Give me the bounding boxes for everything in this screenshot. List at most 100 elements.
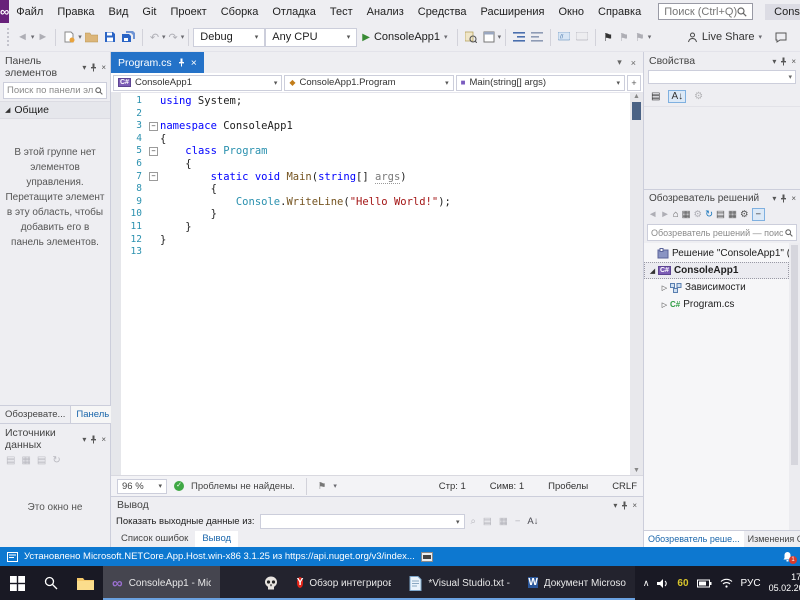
tab-solution-explorer[interactable]: Обозреватель реше... [644, 531, 744, 547]
output-source-dropdown[interactable]: ▾ [259, 514, 465, 529]
code-line-7[interactable]: 7− static void Main(string[] args) [121, 170, 630, 184]
toolbar-grip[interactable] [7, 28, 11, 46]
comment-icon[interactable]: // [555, 31, 573, 43]
word-wrap-icon[interactable]: A↓ [526, 516, 539, 527]
collapsed-arrow-icon[interactable]: ▷ [659, 284, 670, 292]
chevron-down-icon[interactable]: ▾ [82, 63, 86, 72]
tab-error-list[interactable]: Список ошибок [114, 531, 195, 547]
code-line-11[interactable]: 11 } [121, 221, 630, 234]
messages-filter-chevron-icon[interactable]: ▾ [333, 482, 337, 490]
menu-item-0[interactable]: Файл [9, 6, 50, 18]
save-output-icon[interactable]: ▤ [482, 516, 493, 527]
pin-icon[interactable] [90, 435, 97, 444]
tab-git-changes[interactable]: Изменения Git — п... [744, 531, 800, 547]
alphabetical-icon[interactable]: A↓ [668, 90, 687, 103]
next-bookmark-icon[interactable]: ⚑ [632, 30, 648, 45]
health-check-icon[interactable]: ✓ [174, 481, 184, 491]
configure-data-source-icon[interactable]: ▤ [37, 455, 46, 466]
notepad-task[interactable]: *Visual Studio.txt - ... [400, 566, 520, 600]
menu-item-2[interactable]: Вид [102, 6, 136, 18]
property-pages-icon[interactable]: ⚙ [692, 91, 705, 102]
scroll-down-icon[interactable]: ▼ [633, 467, 640, 474]
yandex-browser-task[interactable]: Y Обзор интегриров... [287, 566, 401, 600]
close-icon[interactable]: × [632, 501, 637, 510]
close-icon[interactable]: × [791, 57, 796, 66]
menu-item-10[interactable]: Расширения [473, 6, 551, 18]
collapse-all-icon[interactable]: ▤ [716, 209, 725, 220]
previous-bookmark-icon[interactable]: ⚑ [616, 30, 632, 45]
chevron-down-icon[interactable]: ▾ [772, 57, 776, 66]
menu-item-4[interactable]: Проект [163, 6, 213, 18]
battery-icon[interactable] [696, 579, 712, 588]
spaces-indicator[interactable]: Пробелы [548, 481, 588, 492]
code-line-6[interactable]: 6 { [121, 158, 630, 171]
tab-output[interactable]: Вывод [195, 531, 239, 547]
menu-item-7[interactable]: Тест [323, 6, 360, 18]
visual-studio-task[interactable]: ∞ ConsoleApp1 - Mic... [103, 566, 220, 600]
solution-search-box[interactable]: Обозреватель решений — поиск (Ctrl+» [647, 224, 797, 241]
pin-icon[interactable] [780, 57, 787, 66]
undo-icon[interactable]: ↶ [147, 30, 162, 45]
open-file-icon[interactable] [82, 31, 101, 44]
properties-object-dropdown[interactable]: ▾ [648, 70, 796, 84]
menu-item-9[interactable]: Средства [411, 6, 474, 18]
code-line-10[interactable]: 10 } [121, 208, 630, 221]
background-tasks-icon[interactable] [420, 551, 433, 562]
save-all-icon[interactable] [119, 30, 138, 44]
home-icon[interactable]: ⌂ [673, 209, 679, 220]
configuration-dropdown[interactable]: Debug ▾ [193, 27, 266, 47]
file-explorer-button[interactable] [68, 566, 103, 600]
fold-marker-icon[interactable]: − [147, 172, 160, 182]
pin-icon[interactable] [178, 58, 185, 67]
menu-item-6[interactable]: Отладка [265, 6, 322, 18]
menu-item-1[interactable]: Правка [50, 6, 101, 18]
language-indicator[interactable]: РУС [741, 578, 761, 589]
redo-chevron-icon[interactable]: ▾ [181, 33, 185, 41]
messages-filter-icon[interactable]: ⚑ [318, 481, 327, 492]
scroll-up-icon[interactable]: ▲ [633, 93, 640, 100]
code-line-1[interactable]: 1 using System; [121, 95, 630, 108]
indent-increase-icon[interactable] [528, 31, 546, 43]
quick-search-box[interactable]: Поиск (Ctrl+Q) [658, 3, 754, 20]
tab-server-explorer[interactable]: Обозревате... [0, 406, 70, 423]
save-all-output-icon[interactable]: ▦ [498, 516, 509, 527]
close-document-icon[interactable]: × [631, 58, 636, 68]
code-line-3[interactable]: 3− namespace ConsoleApp1 [121, 120, 630, 133]
new-project-icon[interactable] [60, 30, 78, 44]
split-window-button[interactable]: + [626, 74, 641, 91]
chevron-down-icon[interactable]: ▾ [613, 501, 617, 510]
scrollbar-thumb[interactable] [632, 102, 641, 120]
properties-shortcut-icon[interactable]: ⚙ [740, 209, 749, 220]
project-dropdown[interactable]: C# ConsoleApp1 ▾ [113, 74, 283, 91]
zoom-dropdown[interactable]: 96 % ▾ [117, 478, 167, 494]
wifi-icon[interactable] [720, 578, 733, 588]
refresh-data-source-icon[interactable]: ↻ [52, 455, 60, 466]
save-icon[interactable] [101, 30, 119, 44]
bookmark-icon[interactable]: ⚑ [600, 30, 616, 45]
clear-all-icon[interactable]: − [514, 516, 522, 527]
tools-app-task[interactable] [219, 566, 254, 600]
find-in-code-icon[interactable] [462, 30, 480, 44]
add-data-source-icon[interactable]: ▤ [6, 455, 15, 466]
start-button[interactable] [0, 566, 34, 600]
switch-views-icon[interactable]: ▦ [682, 209, 691, 220]
refresh-icon[interactable]: ↻ [705, 209, 713, 220]
eol-indicator[interactable]: CRLF [612, 481, 637, 492]
code-lines[interactable]: 1 using System; 2 3− namespace ConsoleApp1 4{… [121, 93, 630, 475]
chevron-down-icon[interactable]: ▾ [772, 194, 776, 203]
uncomment-icon[interactable] [573, 31, 591, 43]
code-editor[interactable]: 1 using System; 2 3− namespace ConsoleApp1 4{… [111, 93, 643, 475]
pending-changes-filter-icon[interactable]: ⚙ [694, 209, 703, 220]
type-dropdown[interactable]: ◆ ConsoleApp1.Program ▾ [284, 74, 454, 91]
code-line-4[interactable]: 4{ [121, 133, 630, 146]
code-window-icon[interactable] [480, 30, 498, 44]
editor-vertical-scrollbar[interactable]: ▲ ▼ [630, 93, 643, 475]
bookmark-chevron-icon[interactable]: ▾ [648, 33, 652, 41]
close-icon[interactable]: × [101, 435, 106, 444]
close-tab-icon[interactable]: × [191, 57, 197, 69]
pin-icon[interactable] [90, 63, 97, 72]
skull-app-task[interactable] [253, 566, 288, 600]
feedback-icon[interactable] [772, 31, 790, 44]
code-line-13[interactable]: 13 [121, 246, 630, 259]
taskbar-search-button[interactable] [34, 566, 68, 600]
